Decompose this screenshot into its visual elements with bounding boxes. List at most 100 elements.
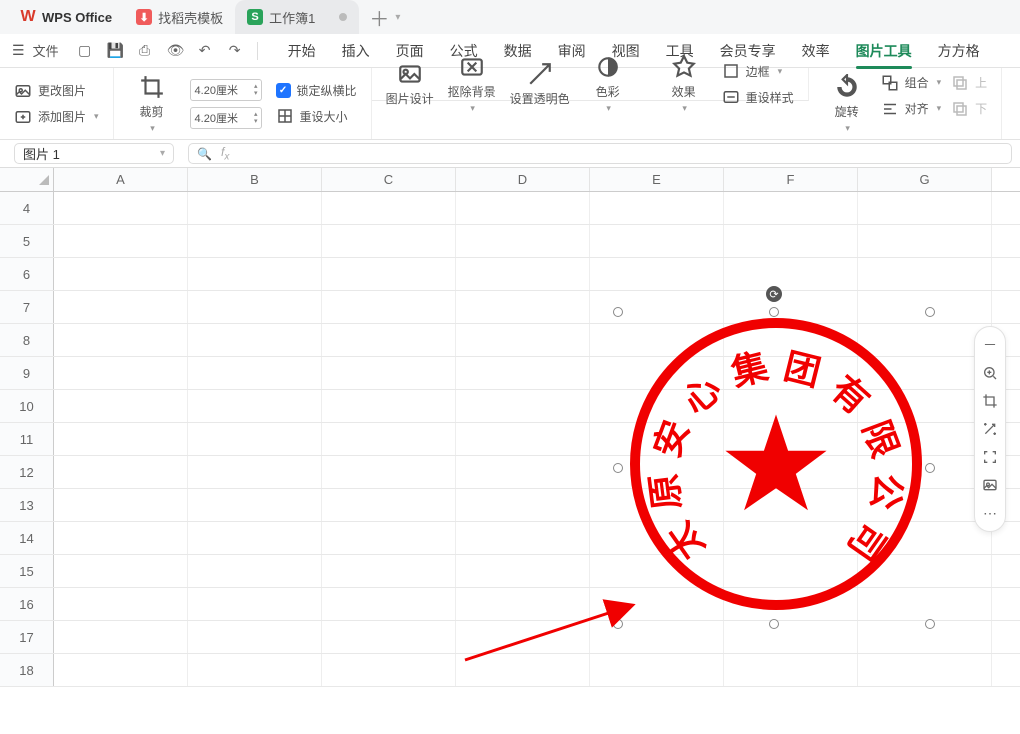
template-tab[interactable]: ⬇ 找稻壳模板	[124, 0, 235, 34]
width-input[interactable]: 4.20厘米	[190, 107, 262, 129]
align-button[interactable]: 对齐	[881, 100, 942, 118]
col-header-E[interactable]: E	[590, 168, 724, 191]
cell[interactable]	[456, 555, 590, 587]
app-tab[interactable]: W WPS Office	[8, 0, 124, 34]
row-header-4[interactable]: 4	[0, 192, 54, 224]
picture-selection[interactable]: ⟳ 太原安心集团有限公司	[618, 312, 930, 624]
menu-page[interactable]: 页面	[396, 41, 424, 61]
col-header-A[interactable]: A	[54, 168, 188, 191]
cell[interactable]	[858, 654, 992, 686]
group-button[interactable]: 组合	[881, 74, 942, 92]
cell[interactable]	[724, 621, 858, 653]
float-filter-button[interactable]	[978, 473, 1002, 497]
cell[interactable]	[188, 522, 322, 554]
set-transparent-button[interactable]: 设置透明色	[510, 61, 570, 107]
cell[interactable]	[188, 456, 322, 488]
crop-button[interactable]: 裁剪	[128, 74, 176, 134]
cell[interactable]	[456, 621, 590, 653]
cell[interactable]	[322, 522, 456, 554]
cell[interactable]	[456, 588, 590, 620]
cell[interactable]	[456, 390, 590, 422]
float-more-button[interactable]: ⋯	[978, 501, 1002, 525]
cell[interactable]	[188, 555, 322, 587]
cell[interactable]	[54, 621, 188, 653]
cell[interactable]	[590, 225, 724, 257]
send-backward-button[interactable]: 下	[951, 100, 987, 118]
height-input[interactable]: 4.20厘米	[190, 79, 262, 101]
cell[interactable]	[724, 654, 858, 686]
cell[interactable]	[54, 456, 188, 488]
menu-ffg[interactable]: 方方格	[938, 41, 980, 61]
resize-handle-n[interactable]	[769, 307, 779, 317]
resize-handle-w[interactable]	[613, 463, 623, 473]
qat-print-icon[interactable]: ⎙	[137, 42, 153, 59]
cell[interactable]	[322, 324, 456, 356]
document-tab[interactable]: S 工作簿1	[235, 0, 359, 34]
cell[interactable]	[322, 423, 456, 455]
cell[interactable]	[322, 291, 456, 323]
menu-start[interactable]: 开始	[288, 41, 316, 61]
cell[interactable]	[188, 357, 322, 389]
cell[interactable]	[858, 258, 992, 290]
cell[interactable]	[322, 357, 456, 389]
cell[interactable]	[54, 390, 188, 422]
cell[interactable]	[456, 357, 590, 389]
cell[interactable]	[724, 225, 858, 257]
cell[interactable]	[54, 324, 188, 356]
cell[interactable]	[188, 291, 322, 323]
cell[interactable]	[54, 357, 188, 389]
cell[interactable]	[322, 258, 456, 290]
col-header-D[interactable]: D	[456, 168, 590, 191]
resize-handle-nw[interactable]	[613, 307, 623, 317]
cell[interactable]	[188, 654, 322, 686]
rotate-handle[interactable]: ⟳	[766, 286, 782, 302]
remove-bg-button[interactable]: 抠除背景	[448, 54, 496, 114]
cell[interactable]	[54, 423, 188, 455]
cell[interactable]	[456, 489, 590, 521]
cell[interactable]	[188, 324, 322, 356]
cell[interactable]	[322, 621, 456, 653]
cell[interactable]	[456, 291, 590, 323]
menu-review[interactable]: 审阅	[558, 41, 586, 61]
hamburger-icon[interactable]: ☰	[12, 42, 25, 59]
bring-forward-button[interactable]: 上	[951, 74, 987, 92]
float-minus-button[interactable]: －	[978, 333, 1002, 357]
cell[interactable]	[456, 258, 590, 290]
cell[interactable]	[456, 192, 590, 224]
cell[interactable]	[322, 588, 456, 620]
cell[interactable]	[188, 390, 322, 422]
cell[interactable]	[724, 258, 858, 290]
cell[interactable]	[456, 654, 590, 686]
float-magic-button[interactable]	[978, 417, 1002, 441]
resize-handle-e[interactable]	[925, 463, 935, 473]
effect-button[interactable]: 效果	[660, 54, 708, 114]
reset-style-button[interactable]: 重设样式	[722, 88, 794, 106]
col-header-F[interactable]: F	[724, 168, 858, 191]
row-header-6[interactable]: 6	[0, 258, 54, 290]
menu-picture-tools[interactable]: 图片工具	[856, 41, 912, 61]
lock-ratio-checkbox[interactable]: ✓ 锁定纵横比	[276, 82, 357, 99]
cell[interactable]	[322, 555, 456, 587]
cell[interactable]	[322, 654, 456, 686]
qat-redo-icon[interactable]: ↷	[227, 42, 243, 59]
select-all-corner[interactable]	[0, 168, 54, 191]
cell[interactable]	[54, 654, 188, 686]
reset-size-button[interactable]: 重设大小	[276, 107, 357, 125]
cell[interactable]	[858, 192, 992, 224]
row-header-5[interactable]: 5	[0, 225, 54, 257]
col-header-B[interactable]: B	[188, 168, 322, 191]
cell[interactable]	[188, 489, 322, 521]
cell[interactable]	[188, 423, 322, 455]
cell[interactable]	[54, 258, 188, 290]
resize-handle-se[interactable]	[925, 619, 935, 629]
cell[interactable]	[322, 192, 456, 224]
row-header-9[interactable]: 9	[0, 357, 54, 389]
row-header-14[interactable]: 14	[0, 522, 54, 554]
resize-handle-sw[interactable]	[613, 619, 623, 629]
row-header-13[interactable]: 13	[0, 489, 54, 521]
cell[interactable]	[188, 192, 322, 224]
border-button[interactable]: 边框	[722, 62, 794, 80]
row-header-12[interactable]: 12	[0, 456, 54, 488]
cell[interactable]	[858, 225, 992, 257]
cell[interactable]	[456, 423, 590, 455]
